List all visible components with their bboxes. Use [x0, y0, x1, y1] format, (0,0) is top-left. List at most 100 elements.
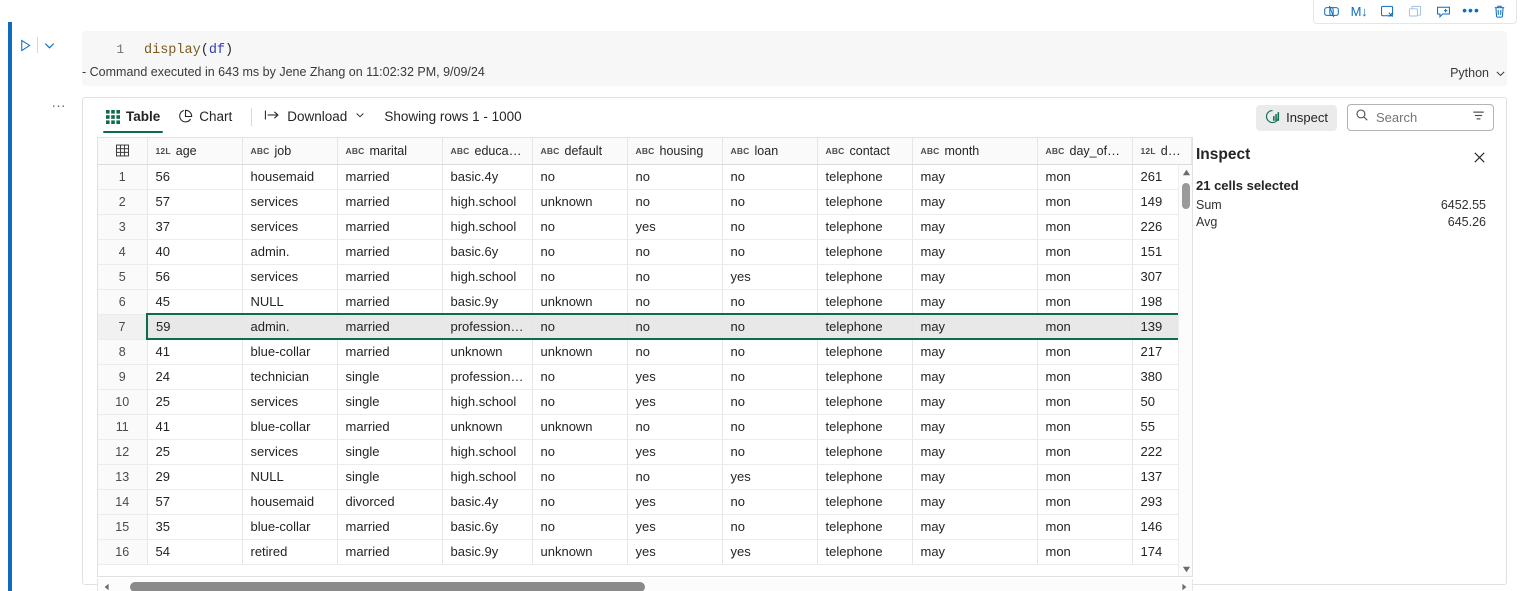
table-cell[interactable]: unknown: [532, 414, 627, 439]
table-cell[interactable]: may: [912, 539, 1037, 564]
column-header-day_of_week[interactable]: ABCday_of_week: [1037, 138, 1132, 164]
table-cell[interactable]: no: [532, 464, 627, 489]
table-cell[interactable]: 45: [147, 289, 242, 314]
row-number[interactable]: 11: [98, 414, 147, 439]
table-cell[interactable]: yes: [722, 464, 817, 489]
table-cell[interactable]: telephone: [817, 439, 912, 464]
table-cell[interactable]: mon: [1037, 339, 1132, 364]
table-cell[interactable]: telephone: [817, 239, 912, 264]
row-number[interactable]: 2: [98, 189, 147, 214]
table-cell[interactable]: blue-collar: [242, 339, 337, 364]
table-cell[interactable]: telephone: [817, 414, 912, 439]
table-cell[interactable]: services: [242, 189, 337, 214]
table-cell[interactable]: yes: [722, 539, 817, 564]
row-number[interactable]: 16: [98, 539, 147, 564]
table-cell[interactable]: no: [532, 239, 627, 264]
table-cell[interactable]: professional.c...: [442, 314, 532, 339]
table-cell[interactable]: no: [722, 389, 817, 414]
table-cell[interactable]: mon: [1037, 164, 1132, 189]
scroll-right-arrow-icon[interactable]: [1176, 579, 1191, 591]
table-cell[interactable]: no: [532, 314, 627, 339]
table-row[interactable]: 645NULLmarriedbasic.9yunknownnonotelepho…: [98, 289, 1191, 314]
column-header-contact[interactable]: ABCcontact: [817, 138, 912, 164]
table-cell[interactable]: 25: [147, 389, 242, 414]
table-cell[interactable]: yes: [627, 214, 722, 239]
table-cell[interactable]: no: [722, 439, 817, 464]
table-row[interactable]: 440admin.marriedbasic.6ynononotelephonem…: [98, 239, 1191, 264]
table-cell[interactable]: no: [722, 364, 817, 389]
table-cell[interactable]: telephone: [817, 489, 912, 514]
table-cell[interactable]: yes: [627, 514, 722, 539]
delete-icon[interactable]: [1486, 1, 1512, 23]
column-header-age[interactable]: 12Lage: [147, 138, 242, 164]
table-cell[interactable]: telephone: [817, 364, 912, 389]
table-cell[interactable]: 37: [147, 214, 242, 239]
table-cell[interactable]: high.school: [442, 264, 532, 289]
table-cell[interactable]: married: [337, 239, 442, 264]
row-number[interactable]: 15: [98, 514, 147, 539]
table-cell[interactable]: unknown: [532, 189, 627, 214]
horizontal-scrollbar[interactable]: [97, 579, 1193, 591]
column-header-job[interactable]: ABCjob: [242, 138, 337, 164]
table-cell[interactable]: married: [337, 339, 442, 364]
table-cell[interactable]: no: [627, 264, 722, 289]
filter-icon[interactable]: [1471, 108, 1486, 128]
table-cell[interactable]: yes: [627, 439, 722, 464]
table-cell[interactable]: unknown: [532, 339, 627, 364]
run-cell-button[interactable]: [18, 38, 33, 53]
table-row[interactable]: 337servicesmarriedhigh.schoolnoyesnotele…: [98, 214, 1191, 239]
search-input[interactable]: Search: [1347, 104, 1494, 131]
table-cell[interactable]: no: [722, 164, 817, 189]
table-cell[interactable]: no: [532, 439, 627, 464]
table-cell[interactable]: basic.6y: [442, 239, 532, 264]
table-cell[interactable]: may: [912, 164, 1037, 189]
table-cell[interactable]: no: [627, 414, 722, 439]
column-header-duration[interactable]: 12Lduration: [1132, 138, 1191, 164]
table-cell[interactable]: 59: [147, 314, 242, 339]
duplicate-icon[interactable]: [1402, 1, 1428, 23]
clear-output-icon[interactable]: [1374, 1, 1400, 23]
table-cell[interactable]: 56: [147, 264, 242, 289]
row-number[interactable]: 1: [98, 164, 147, 189]
table-row[interactable]: 759admin.marriedprofessional.c...nononot…: [98, 314, 1191, 339]
table-cell[interactable]: telephone: [817, 289, 912, 314]
table-cell[interactable]: no: [532, 514, 627, 539]
table-row[interactable]: 1457housemaiddivorcedbasic.4ynoyesnotele…: [98, 489, 1191, 514]
table-cell[interactable]: unknown: [532, 539, 627, 564]
table-cell[interactable]: mon: [1037, 189, 1132, 214]
table-cell[interactable]: basic.4y: [442, 489, 532, 514]
table-cell[interactable]: telephone: [817, 339, 912, 364]
table-cell[interactable]: 56: [147, 164, 242, 189]
table-cell[interactable]: married: [337, 189, 442, 214]
table-cell[interactable]: admin.: [242, 314, 337, 339]
markdown-icon[interactable]: M↓: [1346, 1, 1372, 23]
row-number[interactable]: 3: [98, 214, 147, 239]
horizontal-scroll-thumb[interactable]: [130, 582, 645, 591]
table-row[interactable]: 1225servicessinglehigh.schoolnoyesnotele…: [98, 439, 1191, 464]
table-cell[interactable]: yes: [627, 539, 722, 564]
table-cell[interactable]: no: [627, 289, 722, 314]
table-cell[interactable]: admin.: [242, 239, 337, 264]
table-row[interactable]: 1654retiredmarriedbasic.9yunknownyesyest…: [98, 539, 1191, 564]
table-cell[interactable]: may: [912, 489, 1037, 514]
table-cell[interactable]: no: [722, 289, 817, 314]
row-number[interactable]: 14: [98, 489, 147, 514]
table-cell[interactable]: no: [722, 414, 817, 439]
table-cell[interactable]: may: [912, 439, 1037, 464]
table-cell[interactable]: no: [722, 339, 817, 364]
table-cell[interactable]: 57: [147, 489, 242, 514]
table-cell[interactable]: housemaid: [242, 164, 337, 189]
table-row[interactable]: 556servicesmarriedhigh.schoolnonoyestele…: [98, 264, 1191, 289]
column-header-month[interactable]: ABCmonth: [912, 138, 1037, 164]
table-cell[interactable]: telephone: [817, 189, 912, 214]
table-cell[interactable]: married: [337, 214, 442, 239]
table-cell[interactable]: telephone: [817, 264, 912, 289]
table-cell[interactable]: telephone: [817, 464, 912, 489]
table-cell[interactable]: mon: [1037, 539, 1132, 564]
table-cell[interactable]: mon: [1037, 239, 1132, 264]
table-cell[interactable]: mon: [1037, 314, 1132, 339]
table-cell[interactable]: high.school: [442, 464, 532, 489]
table-cell[interactable]: 40: [147, 239, 242, 264]
table-cell[interactable]: no: [627, 239, 722, 264]
column-header-default[interactable]: ABCdefault: [532, 138, 627, 164]
